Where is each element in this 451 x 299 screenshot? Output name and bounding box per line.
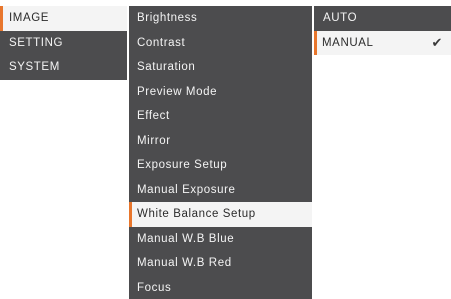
submenu-item-preview-mode[interactable]: Preview Mode <box>129 79 312 104</box>
image-submenu: Brightness Contrast Saturation Preview M… <box>129 6 312 299</box>
submenu-item-saturation[interactable]: Saturation <box>129 55 312 80</box>
submenu-item-focus[interactable]: Focus <box>129 275 312 299</box>
submenu-item-exposure-setup[interactable]: Exposure Setup <box>129 153 312 178</box>
submenu-item-effect[interactable]: Effect <box>129 104 312 129</box>
submenu-item-manual-wb-red[interactable]: Manual W.B Red <box>129 251 312 276</box>
main-menu-item-image[interactable]: IMAGE <box>0 6 127 31</box>
main-menu-item-setting[interactable]: SETTING <box>0 30 127 55</box>
white-balance-options: AUTO MANUAL ✔ <box>314 6 451 55</box>
checkmark-icon: ✔ <box>431 34 443 50</box>
main-menu-item-system[interactable]: SYSTEM <box>0 55 127 80</box>
submenu-item-manual-exposure[interactable]: Manual Exposure <box>129 177 312 202</box>
main-menu: IMAGE SETTING SYSTEM <box>0 6 127 80</box>
option-manual-label: MANUAL <box>322 36 374 49</box>
submenu-item-contrast[interactable]: Contrast <box>129 30 312 55</box>
osd-menu: IMAGE SETTING SYSTEM Brightness Contrast… <box>0 0 451 299</box>
submenu-item-brightness[interactable]: Brightness <box>129 6 312 31</box>
submenu-item-manual-wb-blue[interactable]: Manual W.B Blue <box>129 226 312 251</box>
option-manual[interactable]: MANUAL ✔ <box>314 30 451 55</box>
submenu-item-mirror[interactable]: Mirror <box>129 128 312 153</box>
submenu-item-white-balance-setup[interactable]: White Balance Setup <box>129 202 312 227</box>
option-auto[interactable]: AUTO <box>314 6 451 31</box>
